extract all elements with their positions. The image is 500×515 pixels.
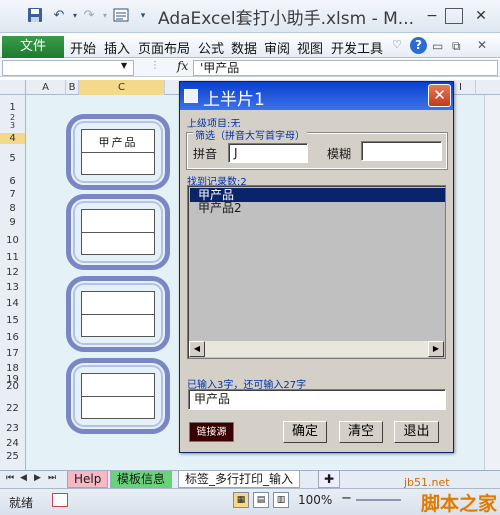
- column-a-header[interactable]: A: [26, 80, 66, 95]
- row-4-header[interactable]: 4: [0, 133, 25, 144]
- ribbon-restore-icon[interactable]: ⧉: [452, 39, 461, 54]
- column-c-header[interactable]: C: [79, 80, 165, 95]
- name-box[interactable]: [2, 60, 134, 76]
- tab-review[interactable]: 审阅: [264, 38, 290, 57]
- row-10-header[interactable]: 10: [0, 235, 25, 246]
- column-b-header[interactable]: B: [66, 80, 79, 95]
- results-listbox[interactable]: 甲产品 甲产品2: [187, 185, 446, 359]
- scroll-left-icon[interactable]: ◀: [189, 341, 205, 357]
- file-tab[interactable]: 文件: [2, 36, 64, 58]
- sheet-tab-template-info[interactable]: 模板信息: [110, 471, 173, 488]
- macro-record-icon[interactable]: [52, 493, 68, 507]
- clear-button[interactable]: 清空: [339, 421, 383, 443]
- exit-button[interactable]: 退出: [394, 421, 439, 443]
- zoom-slider[interactable]: [356, 499, 401, 501]
- row-13-header[interactable]: 13: [0, 282, 25, 293]
- scroll-right-icon[interactable]: ▶: [428, 341, 444, 357]
- tab-view[interactable]: 视图: [297, 38, 323, 57]
- row-14-header[interactable]: 14: [0, 298, 25, 309]
- watermark-name: 脚本之家: [421, 493, 498, 515]
- row-8-header[interactable]: 8: [0, 203, 25, 214]
- page-layout-view-icon[interactable]: ▤: [253, 492, 269, 508]
- last-sheet-icon[interactable]: ⏭: [48, 473, 56, 483]
- row-9-header[interactable]: 9: [0, 217, 25, 228]
- first-sheet-icon[interactable]: ⏮: [6, 473, 14, 483]
- row-5-header[interactable]: 5: [0, 153, 25, 164]
- label-shape[interactable]: [66, 194, 170, 270]
- row-24-header[interactable]: 24: [0, 438, 25, 449]
- form-icon[interactable]: [112, 7, 130, 25]
- formula-input[interactable]: '甲产品: [193, 60, 498, 76]
- status-mode: 就绪: [9, 496, 34, 510]
- sheet-tab-help[interactable]: Help: [67, 471, 109, 488]
- fuzzy-input[interactable]: [361, 141, 442, 161]
- new-sheet-icon[interactable]: ✚: [318, 471, 340, 488]
- horizontal-scrollbar[interactable]: ◀ ▶: [189, 341, 444, 357]
- row-20-header[interactable]: 20: [0, 381, 25, 392]
- row-17-header[interactable]: 17: [0, 348, 25, 359]
- tab-insert[interactable]: 插入: [104, 38, 130, 57]
- ok-button[interactable]: 确定: [283, 421, 327, 443]
- row-25-header[interactable]: 25: [0, 451, 25, 462]
- row-header: 1 2 3 4 5 6 7 8 9 10 11 12 13 14 15 16 1…: [0, 95, 26, 470]
- fuzzy-label: 模糊: [327, 147, 352, 161]
- pinyin-input[interactable]: J: [228, 143, 308, 163]
- row-7-header[interactable]: 7: [0, 189, 25, 200]
- row-11-header[interactable]: 11: [0, 252, 25, 263]
- zoom-level[interactable]: 100%: [298, 493, 332, 507]
- maximize-button[interactable]: [445, 8, 463, 24]
- row-3-header[interactable]: 3: [0, 121, 25, 130]
- label-shape[interactable]: 甲产品: [66, 114, 170, 190]
- tab-data[interactable]: 数据: [231, 38, 257, 57]
- list-item[interactable]: 甲产品2: [190, 201, 445, 215]
- formula-bar-divider-icon: ⋮: [150, 60, 160, 71]
- link-source-button[interactable]: 链接源: [189, 422, 234, 442]
- row-15-header[interactable]: 15: [0, 315, 25, 326]
- tab-page-layout[interactable]: 页面布局: [138, 38, 190, 57]
- list-item[interactable]: 甲产品: [190, 188, 445, 202]
- dialog-form-icon: [184, 89, 198, 103]
- ribbon-close-icon[interactable]: ✕: [477, 38, 487, 52]
- sheet-tab-label-print-input[interactable]: 标签_多行打印_输入: [178, 471, 301, 488]
- close-button[interactable]: ✕: [470, 6, 492, 26]
- pinyin-label: 拼音: [193, 147, 218, 161]
- row-6-header[interactable]: 6: [0, 176, 25, 187]
- name-box-dropdown-icon[interactable]: ▼: [121, 61, 127, 70]
- watermark-site: jb51.net: [404, 476, 450, 489]
- label-shape[interactable]: [66, 276, 170, 352]
- label-shape[interactable]: [66, 358, 170, 434]
- row-16-header[interactable]: 16: [0, 332, 25, 343]
- dialog-close-button[interactable]: ✕: [428, 84, 451, 107]
- page-break-view-icon[interactable]: ▥: [273, 492, 289, 508]
- fx-icon[interactable]: fx: [177, 59, 188, 73]
- window-title: AdaExcel套打小助手.xlsm - M...: [158, 9, 414, 29]
- save-icon[interactable]: [26, 7, 44, 25]
- dropdown-icon[interactable]: ▾: [134, 7, 152, 25]
- filter-group-label: 筛选（拼音大写首字母）: [193, 127, 307, 142]
- tab-formulas[interactable]: 公式: [198, 38, 224, 57]
- tab-developer[interactable]: 开发工具: [331, 38, 383, 57]
- select-all-corner[interactable]: [0, 80, 26, 95]
- vertical-scrollbar[interactable]: [484, 95, 500, 470]
- row-1-header[interactable]: 1: [0, 102, 25, 113]
- minimize-button[interactable]: −: [421, 6, 443, 26]
- value-input[interactable]: 甲产品: [188, 389, 446, 410]
- ribbon-minimize-icon[interactable]: ♡: [392, 38, 402, 51]
- normal-view-icon[interactable]: ▦: [233, 492, 249, 508]
- next-sheet-icon[interactable]: ▶: [34, 473, 41, 483]
- row-18-header[interactable]: 18: [0, 363, 25, 374]
- row-12-header[interactable]: 12: [0, 267, 25, 278]
- help-icon[interactable]: ?: [410, 37, 427, 54]
- ribbon-minimize-window-icon[interactable]: ▭: [432, 39, 443, 53]
- zoom-out-icon[interactable]: −: [341, 491, 352, 506]
- tab-home[interactable]: 开始: [70, 38, 96, 57]
- row-23-header[interactable]: 23: [0, 423, 25, 434]
- dialog-title: 上半片1: [203, 90, 265, 110]
- row-22-header[interactable]: 22: [0, 403, 25, 414]
- label-text: 甲产品: [98, 136, 138, 149]
- prev-sheet-icon[interactable]: ◀: [20, 473, 27, 483]
